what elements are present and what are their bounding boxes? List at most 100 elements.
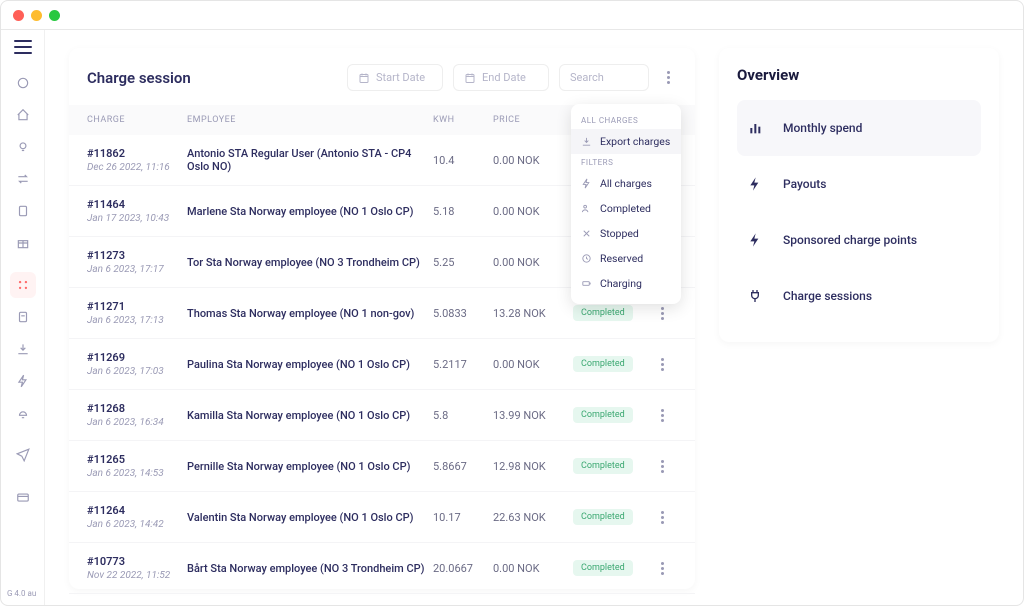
charge-date: Jan 6 2023, 17:03 — [87, 366, 187, 377]
bar-chart-icon — [741, 114, 769, 142]
overview-sponsored[interactable]: Sponsored charge points — [737, 212, 981, 268]
overview-panel: Overview Monthly spend Payouts Sponsored… — [719, 48, 999, 342]
nav-transfer-icon[interactable] — [10, 166, 36, 192]
dropdown-export-charges[interactable]: Export charges — [571, 129, 681, 154]
row-menu-button[interactable] — [653, 505, 671, 529]
nav-home-icon[interactable] — [10, 102, 36, 128]
hamburger-menu[interactable] — [14, 40, 32, 54]
price-value: 0.00 NOK — [493, 256, 573, 269]
kwh-value: 10.17 — [433, 511, 493, 524]
start-date-input[interactable]: Start Date — [347, 64, 443, 91]
charge-session-panel: Charge session Start Date End Date Searc… — [69, 48, 695, 589]
panel-menu-button[interactable] — [659, 66, 677, 90]
charge-id: #10773 — [87, 555, 187, 568]
price-value: 0.00 NOK — [493, 205, 573, 218]
status-badge: Completed — [573, 458, 633, 474]
table-row[interactable]: #11265Jan 6 2023, 14:53Pernille Sta Norw… — [69, 441, 695, 492]
nav-download-icon[interactable] — [10, 336, 36, 362]
nav-refresh-icon[interactable] — [10, 70, 36, 96]
table-row[interactable]: #11264Jan 6 2023, 14:42Valentin Sta Norw… — [69, 492, 695, 543]
kwh-value: 5.18 — [433, 205, 493, 218]
panel-dropdown: ALL CHARGES Export charges FILTERS All c… — [571, 104, 681, 304]
nav-grid-icon[interactable] — [10, 272, 36, 298]
sidebar-footer: G 4.0 au — [1, 589, 44, 606]
row-menu-button[interactable] — [653, 403, 671, 427]
column-price: PRICE — [493, 115, 573, 125]
row-menu-button[interactable] — [653, 454, 671, 478]
overview-monthly-spend[interactable]: Monthly spend — [737, 100, 981, 156]
dropdown-filter-stopped[interactable]: Stopped — [571, 221, 681, 246]
column-employee: EMPLOYEE — [187, 115, 433, 125]
kwh-value: 5.2117 — [433, 358, 493, 371]
status-badge: Completed — [573, 509, 633, 525]
window-titlebar — [1, 1, 1023, 29]
battery-icon — [581, 278, 592, 289]
overview-charge-sessions[interactable]: Charge sessions — [737, 268, 981, 324]
dropdown-filter-charging[interactable]: Charging — [571, 271, 681, 296]
charge-date: Jan 6 2023, 14:53 — [87, 468, 187, 479]
status-badge: Completed — [573, 407, 633, 423]
nav-card-icon[interactable] — [10, 484, 36, 510]
clock-icon — [581, 253, 592, 264]
employee-name: Marlene Sta Norway employee (NO 1 Oslo C… — [187, 205, 433, 218]
users-icon — [581, 203, 592, 214]
calendar-icon — [464, 72, 476, 84]
overview-payouts[interactable]: Payouts — [737, 156, 981, 212]
dropdown-filter-all[interactable]: All charges — [571, 171, 681, 196]
row-menu-button[interactable] — [653, 556, 671, 580]
employee-name: Bårt Sta Norway employee (NO 3 Trondheim… — [187, 562, 433, 575]
employee-name: Valentin Sta Norway employee (NO 1 Oslo … — [187, 511, 433, 524]
charge-date: Nov 22 2022, 11:52 — [87, 570, 187, 581]
kwh-value: 5.8667 — [433, 460, 493, 473]
x-icon — [581, 228, 592, 239]
nav-bell-icon[interactable] — [10, 400, 36, 426]
price-value: 13.99 NOK — [493, 409, 573, 422]
price-value: 0.00 NOK — [493, 358, 573, 371]
column-kwh: KWH — [433, 115, 493, 125]
nav-bulb-icon[interactable] — [10, 134, 36, 160]
charge-id: #11269 — [87, 351, 187, 364]
charge-id: #11464 — [87, 198, 187, 211]
charge-date: Jan 17 2023, 10:43 — [87, 213, 187, 224]
overview-title: Overview — [737, 66, 981, 84]
nav-clipboard-icon[interactable] — [10, 198, 36, 224]
table-row[interactable]: #10773 Nov 22 2022, 11:52Bårt Sta Norway … — [69, 543, 695, 594]
sidebar: G 4.0 au — [1, 30, 45, 606]
nav-send-icon[interactable] — [10, 442, 36, 468]
page-title: Charge session — [87, 69, 191, 87]
price-value: 12.98 NOK — [493, 460, 573, 473]
kwh-value: 5.0833 — [433, 307, 493, 320]
nav-calc-icon[interactable] — [10, 304, 36, 330]
table-row[interactable]: #11269Jan 6 2023, 17:03Paulina Sta Norwa… — [69, 339, 695, 390]
price-value: 13.28 NOK — [493, 307, 573, 320]
bolt-icon — [581, 178, 592, 189]
employee-name: Antonio STA Regular User (Antonio STA - … — [187, 147, 433, 173]
charge-id: #11264 — [87, 504, 187, 517]
table-row[interactable]: #11268Jan 6 2023, 16:34Kamilla Sta Norwa… — [69, 390, 695, 441]
employee-name: Tor Sta Norway employee (NO 3 Trondheim … — [187, 256, 433, 269]
dropdown-group-all: ALL CHARGES — [571, 112, 681, 129]
download-icon — [581, 136, 592, 147]
search-input[interactable]: Search — [559, 64, 649, 91]
calendar-icon — [358, 72, 370, 84]
nav-bolt-icon[interactable] — [10, 368, 36, 394]
minimize-window-dot[interactable] — [31, 10, 42, 21]
row-menu-button[interactable] — [653, 352, 671, 376]
dropdown-filter-completed[interactable]: Completed — [571, 196, 681, 221]
charge-id: #11862 — [87, 147, 187, 160]
dropdown-filter-reserved[interactable]: Reserved — [571, 246, 681, 271]
bolt-icon — [741, 170, 769, 198]
close-window-dot[interactable] — [13, 10, 24, 21]
kwh-value: 5.25 — [433, 256, 493, 269]
end-date-input[interactable]: End Date — [453, 64, 549, 91]
row-menu-button[interactable] — [653, 301, 671, 325]
nav-gift-icon[interactable] — [10, 230, 36, 256]
status-badge: Completed — [573, 305, 633, 321]
kwh-value: 20.0667 — [433, 562, 493, 575]
charge-date: Jan 6 2023, 17:13 — [87, 315, 187, 326]
price-value: 22.63 NOK — [493, 511, 573, 524]
charge-id: #11265 — [87, 453, 187, 466]
dropdown-group-filters: FILTERS — [571, 154, 681, 171]
maximize-window-dot[interactable] — [49, 10, 60, 21]
employee-name: Thomas Sta Norway employee (NO 1 non-gov… — [187, 307, 433, 320]
